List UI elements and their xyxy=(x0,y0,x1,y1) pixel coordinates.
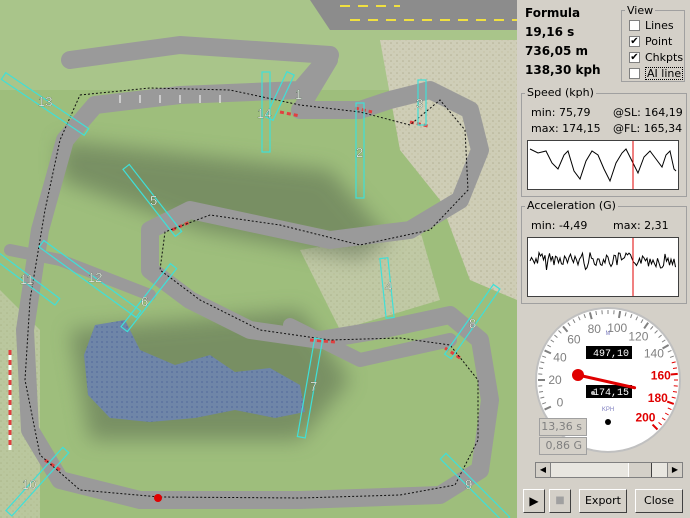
gauge-tick xyxy=(538,390,544,393)
gauge-label: 140 xyxy=(644,347,664,361)
gauge-label: 80 xyxy=(588,322,602,336)
gauge-label: 20 xyxy=(548,373,562,387)
checkpoint-11-label: 11 xyxy=(20,272,34,287)
time-readout: 13,36 s xyxy=(539,418,587,436)
checkpoint-14-label: 14 xyxy=(257,106,271,121)
lap-time: 19,16 s xyxy=(525,25,575,39)
checkpoint-5-label: 5 xyxy=(150,193,157,208)
checkpoint-8-label: 8 xyxy=(469,316,476,331)
car-position-marker xyxy=(154,494,162,502)
scroll-thumb[interactable] xyxy=(628,463,652,477)
gauge-tick xyxy=(617,310,622,319)
stop-button[interactable]: ■ xyxy=(549,489,571,513)
gauge-tick xyxy=(670,372,678,376)
distance: 736,05 m xyxy=(525,44,588,58)
speed-graph[interactable] xyxy=(527,140,679,190)
odometer-value: 497,10 xyxy=(593,349,629,360)
accel-max: max: 2,31 xyxy=(613,219,669,232)
gauge-small-dot xyxy=(591,391,595,395)
checkpoint-10-label: 10 xyxy=(22,477,36,492)
gauge-tick xyxy=(672,367,678,370)
ai-line-label: AI line xyxy=(645,67,684,80)
speed-max: max: 174,15 xyxy=(531,122,601,135)
telemetry-panel: Formula 19,16 s 736,05 m 138,30 kph View… xyxy=(517,0,690,518)
speed-sl: @SL: 164,19 xyxy=(613,106,683,119)
export-button[interactable]: Export xyxy=(579,489,627,513)
checkpoint-2-label: 2 xyxy=(356,145,363,160)
acceleration-graph[interactable] xyxy=(527,237,679,297)
checkpoint-9-label: 9 xyxy=(465,477,472,492)
accel-min: min: -4,49 xyxy=(531,219,588,232)
needle-hub xyxy=(572,369,584,381)
gauge-label: 120 xyxy=(628,330,648,344)
checkpoint-4-label: 4 xyxy=(385,279,392,294)
track-map[interactable]: 13 1 14 3 2 5 4 11 12 6 7 8 10 9 xyxy=(0,0,517,518)
close-button[interactable]: Close xyxy=(635,489,683,513)
speed-group-title: Speed (kph) xyxy=(525,86,596,99)
play-button[interactable]: ▶ xyxy=(523,489,545,513)
current-speed: 138,30 kph xyxy=(525,63,601,77)
scroll-left-arrow[interactable]: ◀ xyxy=(536,463,551,477)
acceleration-group-title: Acceleration (G) xyxy=(525,199,618,212)
gauge-label: 180 xyxy=(648,391,668,405)
acceleration-trace xyxy=(529,250,676,271)
lines-label: Lines xyxy=(645,19,674,32)
speed-min: min: 75,79 xyxy=(531,106,591,119)
checkpoint-7-label: 7 xyxy=(310,379,317,394)
chkpts-label: Chkpts xyxy=(645,51,684,64)
timeline-scrollbar[interactable]: ◀ ▶ xyxy=(535,462,683,478)
point-label: Point xyxy=(645,35,673,48)
gauge-label: 160 xyxy=(651,368,671,382)
gauge-label: 200 xyxy=(635,410,655,424)
checkpoint-3-label: 3 xyxy=(416,96,423,111)
chkpts-checkbox[interactable]: ✔ xyxy=(629,52,640,63)
ai-line-checkbox[interactable] xyxy=(629,68,640,79)
speed-fl: @FL: 165,34 xyxy=(613,122,683,135)
checkpoint-12-label: 12 xyxy=(88,270,102,285)
lines-checkbox[interactable] xyxy=(629,20,640,31)
gauge-tick xyxy=(538,367,544,370)
scroll-right-arrow[interactable]: ▶ xyxy=(667,463,682,477)
gauge-label: 0 xyxy=(557,395,564,409)
view-group-title: View xyxy=(625,4,656,17)
gauge-tick xyxy=(595,310,598,316)
car-name: Formula xyxy=(525,6,581,20)
gauge-indicator-dot xyxy=(605,419,611,425)
gauge-label: 60 xyxy=(567,332,581,346)
g-readout: 0,86 G xyxy=(539,437,587,455)
point-checkbox[interactable]: ✔ xyxy=(629,36,640,47)
speed-trace xyxy=(529,148,677,183)
checkpoint-13-label: 13 xyxy=(38,94,52,109)
speed-display-value: 174,15 xyxy=(593,388,629,399)
gauge-tick xyxy=(672,390,678,393)
checkpoint-1-label: 1 xyxy=(295,87,302,102)
gauge-label: 40 xyxy=(553,351,567,365)
checkpoint-6-label: 6 xyxy=(141,294,148,309)
gauge-unit-top: M xyxy=(606,331,611,337)
service-road xyxy=(310,0,517,30)
gauge-unit: KPH xyxy=(602,407,614,413)
